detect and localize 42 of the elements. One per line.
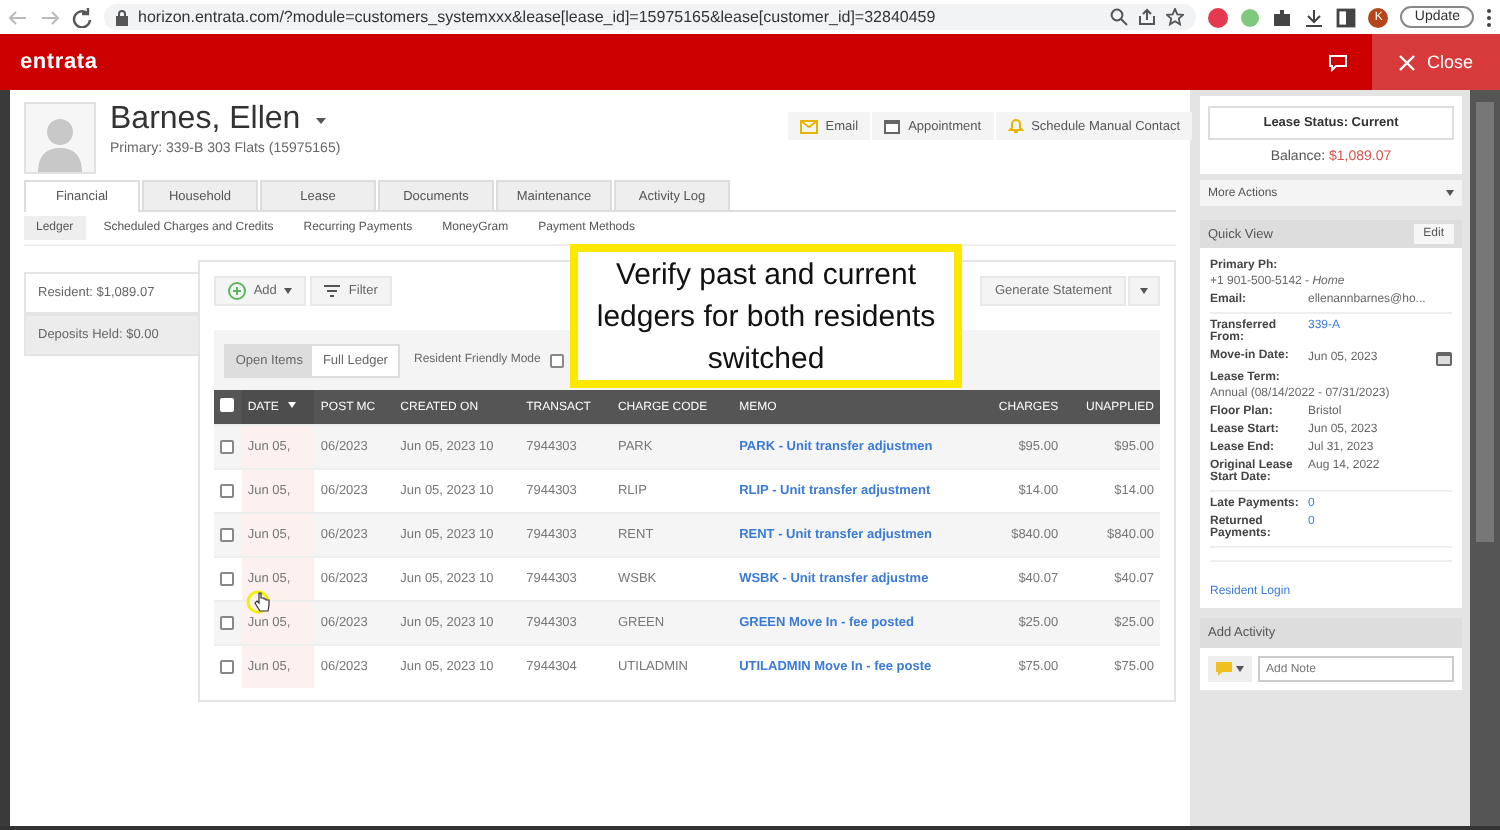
star-icon[interactable] [1166, 8, 1185, 26]
share-icon[interactable] [1138, 8, 1157, 26]
dropdown-button[interactable] [1128, 275, 1160, 305]
side-panel-icon[interactable] [1336, 7, 1357, 27]
caret-icon [1140, 287, 1148, 293]
plus-icon [227, 281, 246, 299]
checkbox[interactable] [219, 527, 234, 542]
checkbox[interactable] [219, 615, 234, 630]
click-highlight [246, 590, 270, 614]
reload-icon[interactable] [72, 7, 92, 27]
checkbox[interactable] [219, 439, 234, 454]
search-icon[interactable] [1110, 8, 1129, 26]
caret-icon [284, 287, 293, 293]
close-icon [1398, 53, 1417, 71]
checkbox[interactable] [219, 483, 234, 498]
logo: entrata [20, 50, 100, 74]
calendar-icon[interactable] [1436, 350, 1452, 366]
hand-cursor-icon [254, 592, 270, 612]
calendar-icon [884, 118, 901, 134]
caret-icon [1236, 666, 1244, 672]
caret-icon[interactable] [316, 117, 327, 123]
close-button[interactable]: Close [1372, 34, 1500, 90]
note-icon [1216, 662, 1232, 676]
envelope-icon [799, 119, 818, 133]
download-icon[interactable] [1304, 7, 1325, 27]
checkbox[interactable] [219, 571, 234, 586]
checkbox[interactable] [550, 353, 565, 367]
address-bar[interactable]: horizon.entrata.com/?module=customers_systemxxx&lease[lease_id]=15975165&lease[customer_id]=32840459 [104, 4, 1197, 30]
chat-icon[interactable] [1328, 53, 1348, 71]
scrollbar[interactable] [1470, 90, 1500, 826]
menu-icon[interactable] [1486, 7, 1492, 27]
filter-icon [324, 283, 341, 297]
caret-icon [1446, 190, 1454, 196]
bell-icon [1007, 118, 1024, 134]
note-type-dropdown[interactable] [1208, 656, 1252, 682]
extension-icon[interactable] [1208, 7, 1229, 27]
annotation-callout: Verify past and current ledgers for both residents switched [570, 244, 962, 388]
resident-name: Barnes, Ellen [110, 102, 301, 138]
lock-icon [116, 9, 128, 25]
person-avatar [24, 102, 96, 174]
checkbox[interactable] [219, 659, 234, 674]
sort-icon[interactable] [288, 401, 297, 407]
